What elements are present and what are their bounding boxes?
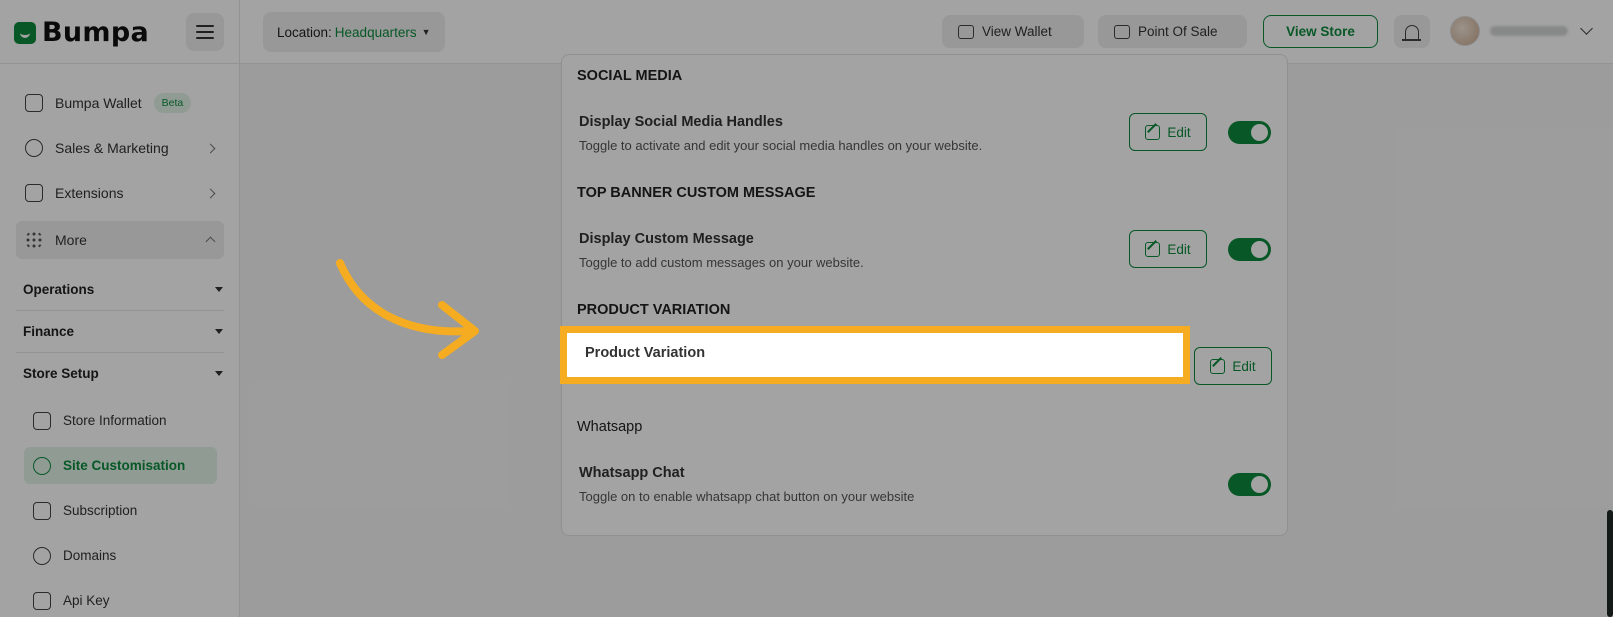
sidebar-section-operations[interactable]: Operations <box>23 282 223 297</box>
social-media-description: Toggle to activate and edit your social … <box>579 138 983 153</box>
edit-label: Edit <box>1167 241 1191 257</box>
palette-icon <box>33 456 51 475</box>
divider <box>16 310 224 311</box>
sidebar-item-label: Bumpa Wallet <box>55 95 142 111</box>
view-wallet-button[interactable]: View Wallet <box>942 15 1084 48</box>
sidebar-item-bumpa-wallet[interactable]: Bumpa Wallet Beta <box>16 84 224 122</box>
globe-icon <box>33 546 51 565</box>
sidebar-item-subscription[interactable]: Subscription <box>24 492 217 529</box>
bumpa-logo[interactable]: Bumpa <box>14 17 149 48</box>
wallet-icon <box>958 24 974 39</box>
caret-down-icon <box>215 287 223 292</box>
chevron-right-icon <box>205 188 216 198</box>
product-variation-highlight[interactable]: Product Variation <box>560 326 1190 384</box>
custom-message-toggle[interactable] <box>1228 238 1271 261</box>
sidebar-item-extensions[interactable]: Extensions <box>16 174 224 212</box>
code-icon <box>33 591 51 610</box>
chevron-up-icon <box>205 236 216 247</box>
sidebar-item-store-information[interactable]: Store Information <box>24 402 217 439</box>
avatar <box>1450 16 1480 46</box>
sidebar: Bumpa Wallet Beta Sales & Marketing Exte… <box>0 64 240 617</box>
whatsapp-chat-title: Whatsapp Chat <box>579 465 685 481</box>
view-store-button[interactable]: View Store <box>1263 15 1378 48</box>
sidebar-item-label: Site Customisation <box>63 458 186 473</box>
beta-badge: Beta <box>153 93 192 113</box>
location-value: Headquarters <box>334 24 417 40</box>
section-label: Store Setup <box>23 366 99 381</box>
notifications-button[interactable] <box>1394 15 1430 48</box>
caret-down-icon <box>215 371 223 376</box>
product-variation-title: Product Variation <box>585 345 706 361</box>
sidebar-item-label: Subscription <box>63 503 138 518</box>
whatsapp-chat-description: Toggle on to enable whatsapp chat button… <box>579 489 915 504</box>
scrollbar[interactable] <box>1607 510 1613 617</box>
bag-icon <box>33 411 51 430</box>
section-heading-social-media: SOCIAL MEDIA <box>577 68 683 84</box>
edit-icon <box>1210 358 1226 374</box>
bell-icon <box>1402 24 1421 41</box>
social-media-title: Display Social Media Handles <box>579 114 783 130</box>
percent-icon <box>25 139 43 157</box>
pointer-arrow-icon <box>336 259 479 359</box>
sidebar-item-api-key[interactable]: Api Key <box>24 582 217 617</box>
social-media-edit-button[interactable]: Edit <box>1129 113 1207 151</box>
section-heading-product-variation: PRODUCT VARIATION <box>577 302 731 318</box>
edit-label: Edit <box>1167 124 1191 140</box>
hamburger-menu-button[interactable] <box>186 13 224 51</box>
sidebar-section-store-setup[interactable]: Store Setup <box>23 366 223 381</box>
sidebar-item-site-customisation[interactable]: Site Customisation <box>24 447 217 484</box>
section-label: Finance <box>23 324 75 339</box>
custom-message-edit-button[interactable]: Edit <box>1129 230 1207 268</box>
bumpa-logo-icon <box>14 21 36 44</box>
location-label: Location: <box>277 24 332 40</box>
caret-down-icon <box>215 329 223 334</box>
logo-text: Bumpa <box>42 17 149 48</box>
sidebar-item-label: Api Key <box>63 593 110 608</box>
wallet-icon <box>25 94 43 112</box>
whatsapp-chat-toggle[interactable] <box>1228 473 1271 496</box>
chevron-right-icon <box>205 143 216 153</box>
sidebar-item-label: Extensions <box>55 185 124 201</box>
edit-label: Edit <box>1232 358 1256 374</box>
location-selector[interactable]: Location: Headquarters ▼ <box>263 12 445 52</box>
view-wallet-label: View Wallet <box>982 24 1052 39</box>
sidebar-item-more[interactable]: More <box>16 221 224 259</box>
divider <box>16 352 224 353</box>
custom-message-description: Toggle to add custom messages on your we… <box>579 255 864 270</box>
chevron-down-icon <box>1580 22 1593 35</box>
section-heading-whatsapp: Whatsapp <box>577 419 643 435</box>
pos-icon <box>1114 24 1130 39</box>
sidebar-item-domains[interactable]: Domains <box>24 537 217 574</box>
sidebar-item-label: Store Information <box>63 413 167 428</box>
header-divider <box>239 0 240 64</box>
section-heading-top-banner: TOP BANNER CUSTOM MESSAGE <box>577 185 816 201</box>
caret-down-icon: ▼ <box>421 27 431 37</box>
sidebar-section-finance[interactable]: Finance <box>23 324 223 339</box>
edit-icon <box>1145 241 1161 257</box>
custom-message-title: Display Custom Message <box>579 231 754 247</box>
sidebar-item-label: More <box>55 232 87 248</box>
point-of-sale-label: Point Of Sale <box>1138 24 1218 39</box>
view-store-label: View Store <box>1286 24 1355 39</box>
extensions-icon <box>25 184 43 202</box>
social-media-toggle[interactable] <box>1228 121 1271 144</box>
grid-dots-icon <box>25 231 43 249</box>
sidebar-item-label: Domains <box>63 548 117 563</box>
user-name-blurred <box>1490 26 1568 36</box>
sidebar-item-label: Sales & Marketing <box>55 140 169 156</box>
layers-icon <box>33 501 51 520</box>
user-menu[interactable] <box>1450 16 1593 46</box>
hamburger-icon <box>196 25 214 27</box>
site-customisation-panel: SOCIAL MEDIA Display Social Media Handle… <box>561 54 1288 536</box>
section-label: Operations <box>23 282 95 297</box>
sidebar-item-sales-marketing[interactable]: Sales & Marketing <box>16 129 224 167</box>
edit-icon <box>1145 124 1161 140</box>
product-variation-edit-button[interactable]: Edit <box>1194 347 1272 385</box>
point-of-sale-button[interactable]: Point Of Sale <box>1098 15 1247 48</box>
